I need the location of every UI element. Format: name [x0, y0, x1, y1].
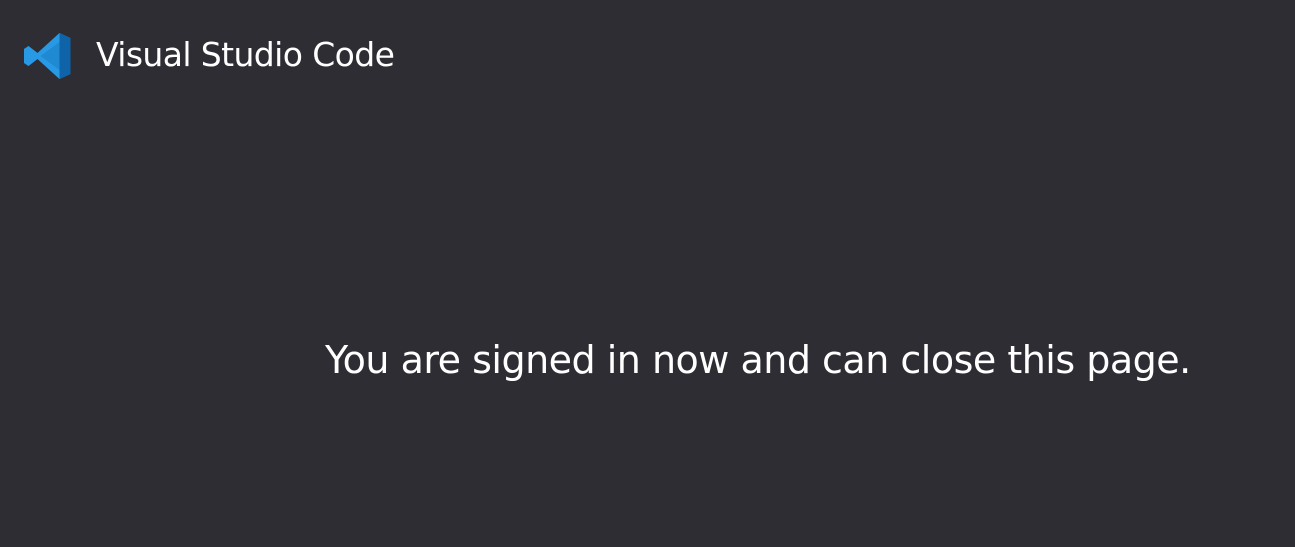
vscode-logo-icon	[24, 33, 71, 79]
brand-title: Visual Studio Code	[96, 34, 395, 74]
signed-in-message: You are signed in now and can close this…	[325, 338, 1191, 382]
header: Visual Studio Code	[22, 31, 395, 81]
